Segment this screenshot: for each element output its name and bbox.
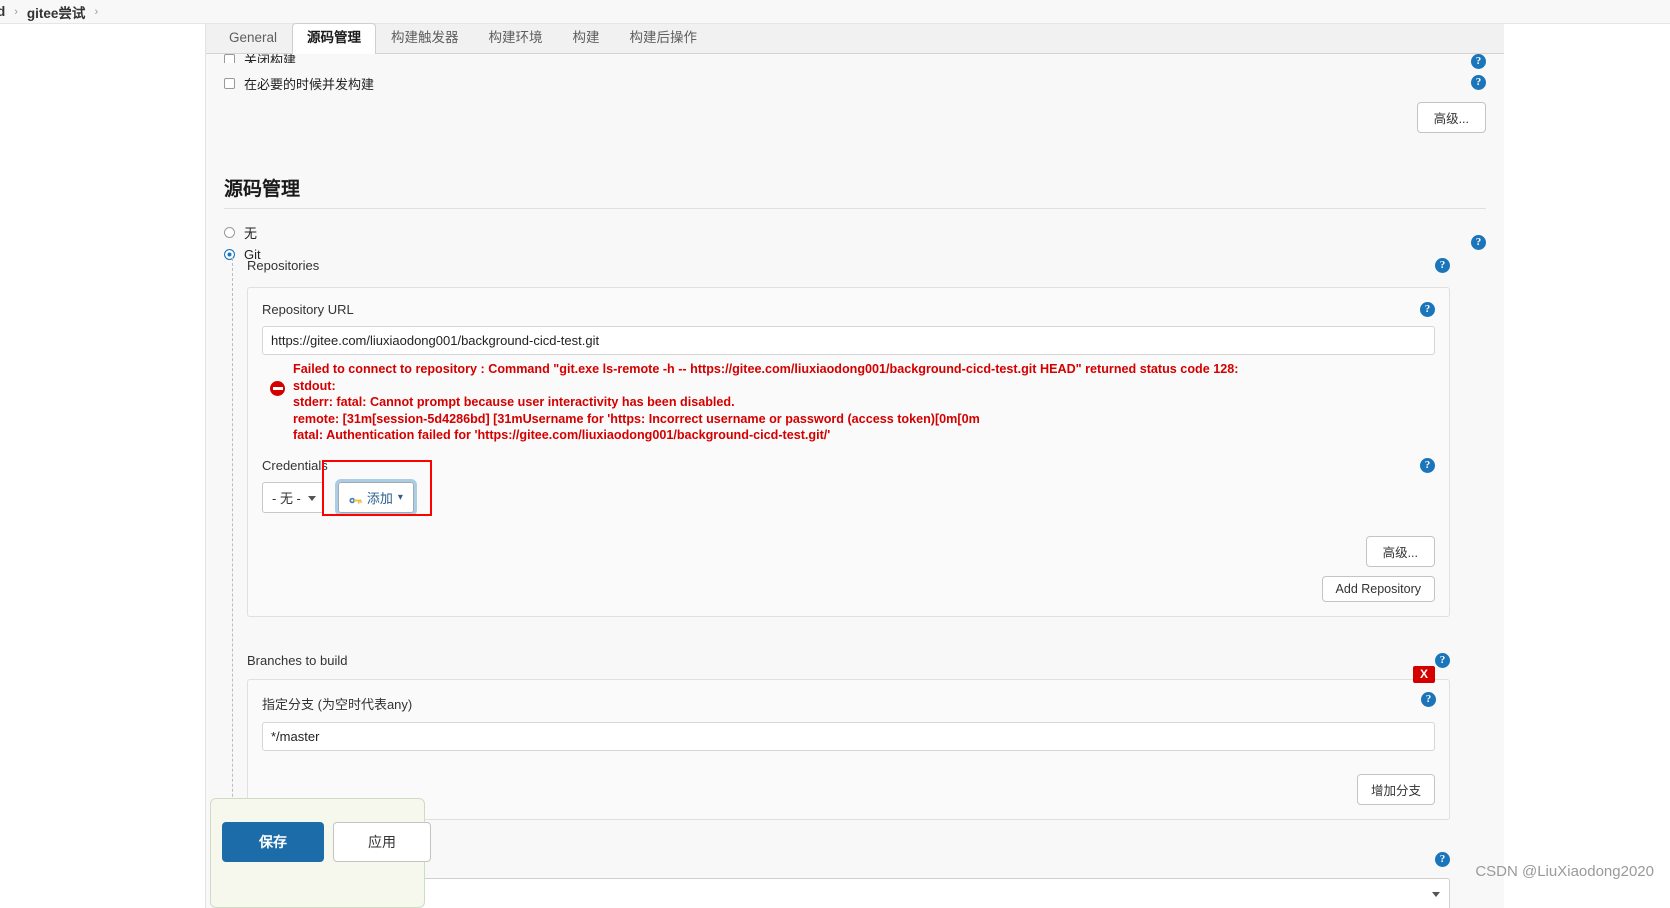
repository-advanced-row: 高级... [262, 535, 1435, 567]
branch-specifier-label: 指定分支 (为空时代表any) [262, 696, 413, 712]
tab-build-triggers[interactable]: 构建触发器 [376, 23, 474, 53]
add-credentials-button[interactable]: 添加 ▾ [334, 479, 417, 516]
credentials-header: Credentials ? [262, 457, 1435, 473]
error-line-1: Failed to connect to repository : Comman… [293, 362, 1239, 376]
credentials-label: Credentials [262, 457, 328, 473]
tab-scm[interactable]: 源码管理 [292, 23, 377, 54]
branch-box: X ? 指定分支 (为空时代表any) 增加分支 [247, 665, 1450, 820]
checkbox-row-concurrent-build: 在必要的时候并发构建 [206, 74, 374, 93]
branches-header: Branches to build ? [233, 617, 1468, 668]
repository-url-input[interactable] [262, 326, 1435, 355]
save-button[interactable]: 保存 [222, 822, 324, 862]
config-tabbar: General 源码管理 构建触发器 构建环境 构建 构建后操作 [206, 23, 1504, 54]
tab-general[interactable]: General [214, 23, 292, 53]
delete-branch-button[interactable]: X [1412, 665, 1435, 683]
watermark: CSDN @LiuXiaodong2020 [1475, 863, 1654, 880]
app-root: d › gitee尝试 › General 源码管理 构建触发器 构建环境 构建… [0, 0, 1670, 908]
save-bar: 保存 应用 [222, 822, 431, 862]
help-icon-repository-url[interactable]: ? [1420, 302, 1435, 317]
checkbox-label-concurrent-build: 在必要的时候并发构建 [244, 77, 375, 92]
help-icon-credentials[interactable]: ? [1420, 457, 1435, 473]
help-icon-browser[interactable]: ? [1435, 851, 1450, 867]
credentials-select-value: - 无 - [272, 491, 301, 506]
apply-button[interactable]: 应用 [333, 822, 431, 862]
add-credentials-label: 添加 [366, 491, 393, 506]
config-scroll-area[interactable]: 关闭构建 在必要的时候并发构建 ? ? 高级... 源码管理 无 Git ? R… [206, 54, 1504, 908]
browser-select[interactable]: (自动) [247, 877, 1450, 908]
repository-url-label: Repository URL [262, 302, 354, 317]
repository-box: Repository URL ? Failed to connect to re… [247, 287, 1450, 617]
radio-scm-none[interactable] [224, 227, 235, 238]
help-icon-concurrent-build[interactable]: ? [1471, 75, 1486, 90]
browser-select-wrap: (自动) [247, 877, 1450, 908]
checkbox-label-disable-build: 关闭构建 [244, 54, 297, 63]
repositories-header: Repositories ? [233, 258, 1468, 273]
breadcrumb-truncated[interactable]: d [0, 4, 5, 19]
breadcrumb-separator-1: › [14, 5, 18, 18]
page-title-scm: 源码管理 [224, 174, 1486, 209]
help-icon-branch-specifier[interactable]: ? [1421, 691, 1436, 707]
credentials-controls: - 无 - 添加 ▾ [262, 459, 1435, 516]
help-icon-disable-build[interactable]: ? [1471, 54, 1486, 69]
repositories-label: Repositories [247, 258, 320, 273]
breadcrumb-item-project[interactable]: gitee尝试 [27, 2, 86, 22]
advanced-button-general[interactable]: 高级... [1416, 102, 1486, 133]
chevron-down-icon-add-credentials: ▾ [397, 492, 403, 503]
breadcrumb: d › gitee尝试 › [0, 0, 1670, 24]
advanced-button-repository[interactable]: 高级... [1365, 535, 1435, 567]
branch-delete-row: X [1412, 665, 1435, 683]
radio-label-none: 无 [244, 226, 258, 241]
checkbox-concurrent-build[interactable] [224, 78, 235, 89]
help-icon-branches[interactable]: ? [1435, 652, 1450, 668]
repository-url-header: Repository URL ? [262, 302, 1435, 317]
tab-build[interactable]: 构建 [558, 23, 615, 53]
error-line-2: stdout: [293, 378, 336, 393]
chevron-down-icon-credentials [307, 495, 316, 501]
add-branch-row: 增加分支 [262, 773, 1435, 805]
add-repository-row: Add Repository [262, 575, 1435, 602]
tab-post-build[interactable]: 构建后操作 [615, 23, 713, 53]
radio-row-none: 无 [206, 223, 257, 242]
config-panel: General 源码管理 构建触发器 构建环境 构建 构建后操作 关闭构建 在必… [205, 23, 1504, 908]
checkbox-disable-build[interactable] [224, 54, 235, 63]
help-icon-repositories[interactable]: ? [1435, 258, 1450, 273]
add-branch-button[interactable]: 增加分支 [1356, 773, 1435, 805]
error-icon [270, 381, 285, 396]
chevron-down-icon-browser [1432, 892, 1440, 897]
error-line-5: fatal: Authentication failed for 'https:… [293, 428, 831, 442]
help-icon-git[interactable]: ? [1471, 235, 1486, 250]
error-line-4: remote: [31m[session-5d4286bd] [31mUsern… [293, 411, 980, 426]
breadcrumb-separator-2: › [94, 5, 99, 18]
error-line-3: stderr: fatal: Cannot prompt because use… [293, 395, 735, 409]
tab-build-environment[interactable]: 构建环境 [474, 23, 558, 53]
checkbox-row-disable-build: 关闭构建 [206, 54, 1504, 63]
repository-error-block: Failed to connect to repository : Comman… [262, 355, 1435, 446]
credentials-select[interactable]: - 无 - [262, 482, 324, 513]
branch-specifier-input[interactable] [262, 721, 1435, 751]
key-icon [349, 493, 362, 504]
branches-label: Branches to build [247, 652, 348, 668]
add-repository-button[interactable]: Add Repository [1321, 575, 1435, 602]
